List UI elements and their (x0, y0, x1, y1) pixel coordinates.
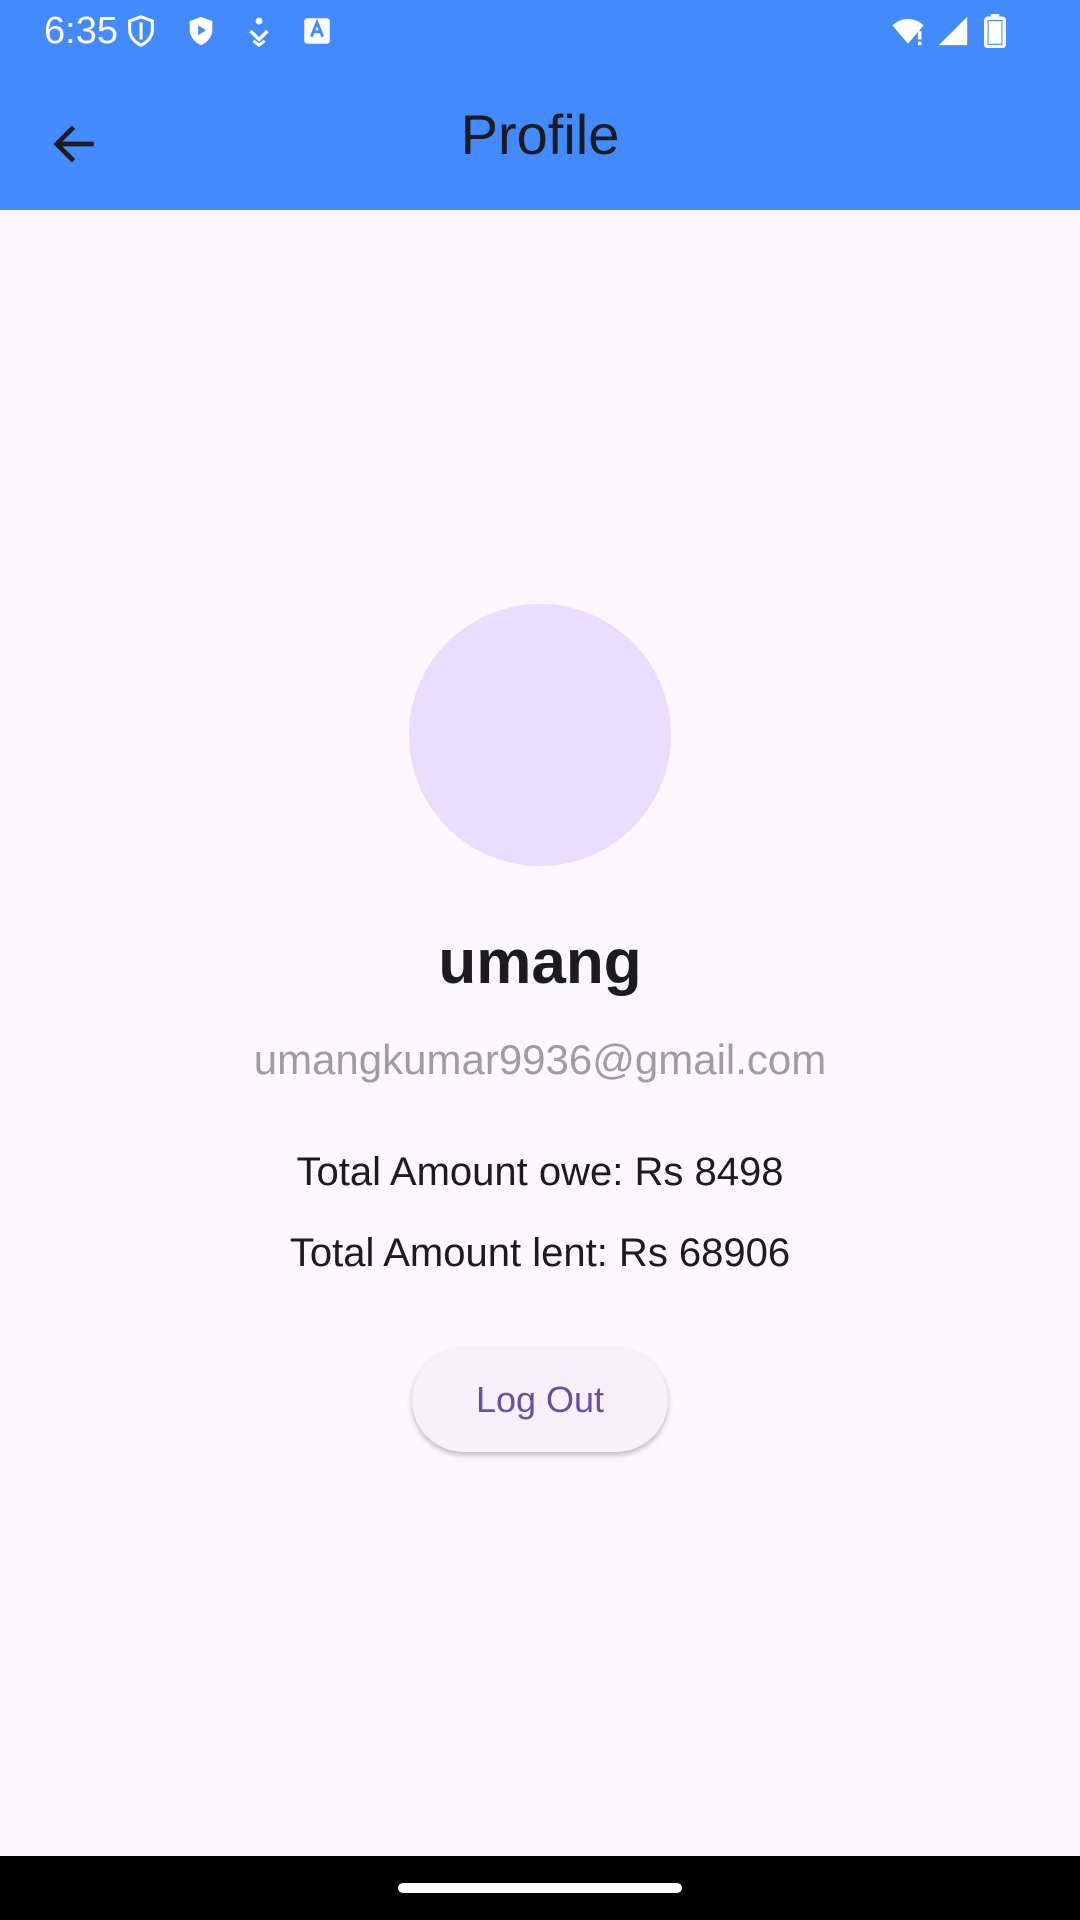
system-navigation-bar (0, 1856, 1080, 1920)
user-email: umangkumar9936@gmail.com (253, 1036, 827, 1083)
logout-button-label: Log Out (475, 1379, 605, 1420)
logout-button[interactable]: Log Out (412, 1348, 668, 1452)
toolbar: Profile (0, 62, 1080, 210)
page-title: Profile (460, 103, 620, 166)
home-gesture-handle[interactable] (398, 1883, 682, 1893)
app-bar: 6:35 Profile (0, 0, 1080, 210)
vpn-shield-icon (124, 14, 158, 48)
total-amount-owe: Total Amount owe: Rs 8498 (296, 1150, 784, 1194)
total-amount-lent: Total Amount lent: Rs 68906 (289, 1231, 791, 1275)
wifi-icon (888, 14, 928, 48)
play-protect-icon (184, 14, 218, 48)
avatar (409, 604, 671, 866)
user-name: umang (438, 928, 642, 997)
status-bar: 6:35 (0, 0, 1080, 62)
text-icon (300, 14, 334, 48)
signal-icon (934, 14, 972, 48)
battery-icon (982, 14, 1008, 48)
accessibility-icon (242, 14, 276, 48)
status-time: 6:35 (44, 10, 118, 52)
